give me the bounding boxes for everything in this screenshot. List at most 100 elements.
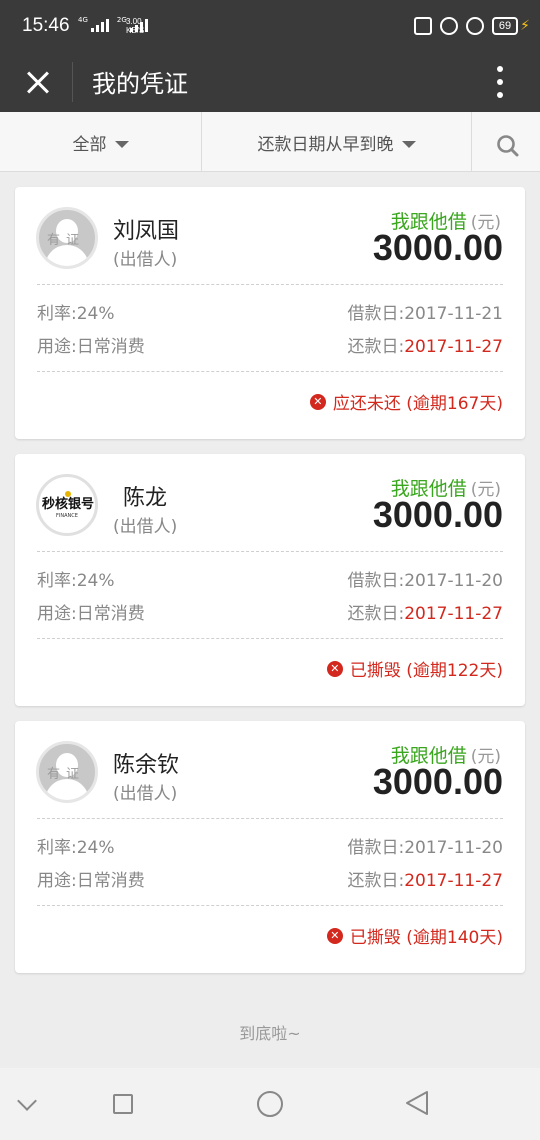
dot-icon (497, 66, 503, 72)
purpose-value: 日常消费 (76, 604, 145, 624)
app-bar: 我的凭证 (0, 52, 540, 112)
divider (37, 284, 503, 285)
repay-date-value: 2017-11-27 (404, 871, 503, 891)
borrow-date-label: 借款日: (347, 571, 405, 591)
avatar-watermark: 有证 (47, 767, 86, 782)
voucher-card[interactable]: 有证 刘凤国 (出借人) 我跟他借 (元) 3000.00 利率:24% 借款日:… (15, 187, 525, 439)
rate-label: 利率: (37, 304, 77, 324)
alarm-icon (465, 17, 484, 35)
status-badge: ✕ 已撕毁 (逾期140天) (326, 923, 503, 948)
lender-name: 陈龙 (123, 486, 168, 511)
dot-icon (497, 79, 503, 85)
error-icon: ✕ (309, 393, 326, 410)
lock-rotation-icon (439, 17, 458, 35)
speed-value: 3.00 (126, 17, 142, 26)
status-time: 15:46 (22, 15, 70, 36)
status-text: 已撕毁 (逾期122天) (349, 661, 503, 681)
rate-label: 利率: (37, 838, 77, 858)
error-icon: ✕ (326, 660, 343, 677)
borrow-date-value: 2017-11-20 (404, 838, 503, 858)
page-title: 我的凭证 (92, 70, 188, 98)
category-filter[interactable]: 全部 (0, 112, 202, 172)
brand-logo-sub: FINANCE (56, 513, 78, 519)
avatar: 有证 (36, 207, 98, 269)
borrow-date-label: 借款日: (347, 838, 405, 858)
role-label: (出借人) (113, 784, 178, 804)
divider (37, 638, 503, 639)
purpose-label: 用途: (37, 337, 77, 357)
repay-date-row: 还款日:2017-11-27 (347, 599, 503, 624)
repay-date-label: 还款日: (347, 871, 405, 891)
person-body-icon (45, 245, 89, 266)
battery-icon: 69 (491, 17, 519, 35)
role-label: (出借人) (113, 250, 178, 270)
vibrate-icon (413, 17, 432, 35)
avatar: 有证 (36, 741, 98, 803)
repay-date-value: 2017-11-27 (404, 604, 503, 624)
recents-button[interactable] (113, 1094, 133, 1114)
sort-filter[interactable]: 还款日期从早到晚 (202, 112, 472, 172)
sort-filter-label: 还款日期从早到晚 (257, 134, 394, 155)
network-label: 4G (78, 16, 88, 24)
borrow-date-label: 借款日: (347, 304, 405, 324)
purpose-value: 日常消费 (76, 337, 145, 357)
rate-row: 利率:24% (37, 833, 115, 858)
caret-down-icon (114, 140, 129, 148)
person-body-icon (45, 779, 89, 800)
lender-name: 刘凤国 (113, 219, 180, 244)
network-speed: 3.00 KB/S (126, 17, 144, 35)
category-filter-label: 全部 (72, 134, 107, 155)
search-icon (497, 135, 519, 157)
borrow-date-row: 借款日:2017-11-20 (347, 566, 503, 591)
status-text: 应还未还 (逾期167天) (332, 394, 503, 414)
caret-down-icon (401, 140, 416, 148)
system-nav-bar (0, 1068, 540, 1140)
repay-date-row: 还款日:2017-11-27 (347, 332, 503, 357)
rate-value: 24% (76, 838, 115, 858)
amount: 3000.00 (372, 494, 503, 535)
close-button[interactable] (16, 60, 60, 104)
speed-unit: KB/S (126, 26, 145, 35)
borrow-date-row: 借款日:2017-11-21 (347, 299, 503, 324)
role-label: (出借人) (113, 517, 178, 537)
purpose-label: 用途: (37, 871, 77, 891)
back-button[interactable] (404, 1089, 430, 1117)
home-button[interactable] (257, 1091, 283, 1117)
error-icon: ✕ (326, 927, 343, 944)
repay-date-label: 还款日: (347, 337, 405, 357)
filter-bar: 全部 还款日期从早到晚 (0, 112, 540, 172)
avatar: 秒核银号 FINANCE (36, 474, 98, 536)
chevron-down-icon[interactable] (17, 1091, 37, 1111)
status-badge: ✕ 已撕毁 (逾期122天) (326, 656, 503, 681)
purpose-row: 用途:日常消费 (37, 599, 145, 624)
borrow-date-value: 2017-11-21 (404, 304, 503, 324)
divider (37, 818, 503, 819)
end-of-list-text: 到底啦~ (239, 1024, 301, 1043)
purpose-row: 用途:日常消费 (37, 866, 145, 891)
rate-value: 24% (76, 304, 115, 324)
repay-date-label: 还款日: (347, 604, 405, 624)
dot-icon (497, 92, 503, 98)
borrow-date-value: 2017-11-20 (404, 571, 503, 591)
avatar-watermark: 有证 (47, 233, 86, 248)
divider (37, 551, 503, 552)
rate-row: 利率:24% (37, 566, 115, 591)
status-bar: 15:46 4G 2G 3.00 KB/S 69 ⚡ (0, 0, 540, 52)
voucher-card[interactable]: 有证 陈余钦 (出借人) 我跟他借 (元) 3000.00 利率:24% 借款日:… (15, 721, 525, 973)
amount: 3000.00 (372, 761, 503, 802)
purpose-value: 日常消费 (76, 871, 145, 891)
purpose-label: 用途: (37, 604, 77, 624)
repay-date-row: 还款日:2017-11-27 (347, 866, 503, 891)
purpose-row: 用途:日常消费 (37, 332, 145, 357)
borrow-date-row: 借款日:2017-11-20 (347, 833, 503, 858)
voucher-card[interactable]: 秒核银号 FINANCE 陈龙 (出借人) 我跟他借 (元) 3000.00 利率… (15, 454, 525, 706)
rate-row: 利率:24% (37, 299, 115, 324)
divider (37, 905, 503, 906)
more-button[interactable] (488, 60, 512, 104)
rate-value: 24% (76, 571, 115, 591)
divider (37, 371, 503, 372)
lender-name: 陈余钦 (113, 753, 180, 778)
search-button[interactable] (472, 112, 540, 172)
brand-logo: 秒核银号 (41, 497, 94, 512)
status-badge: ✕ 应还未还 (逾期167天) (309, 389, 503, 414)
